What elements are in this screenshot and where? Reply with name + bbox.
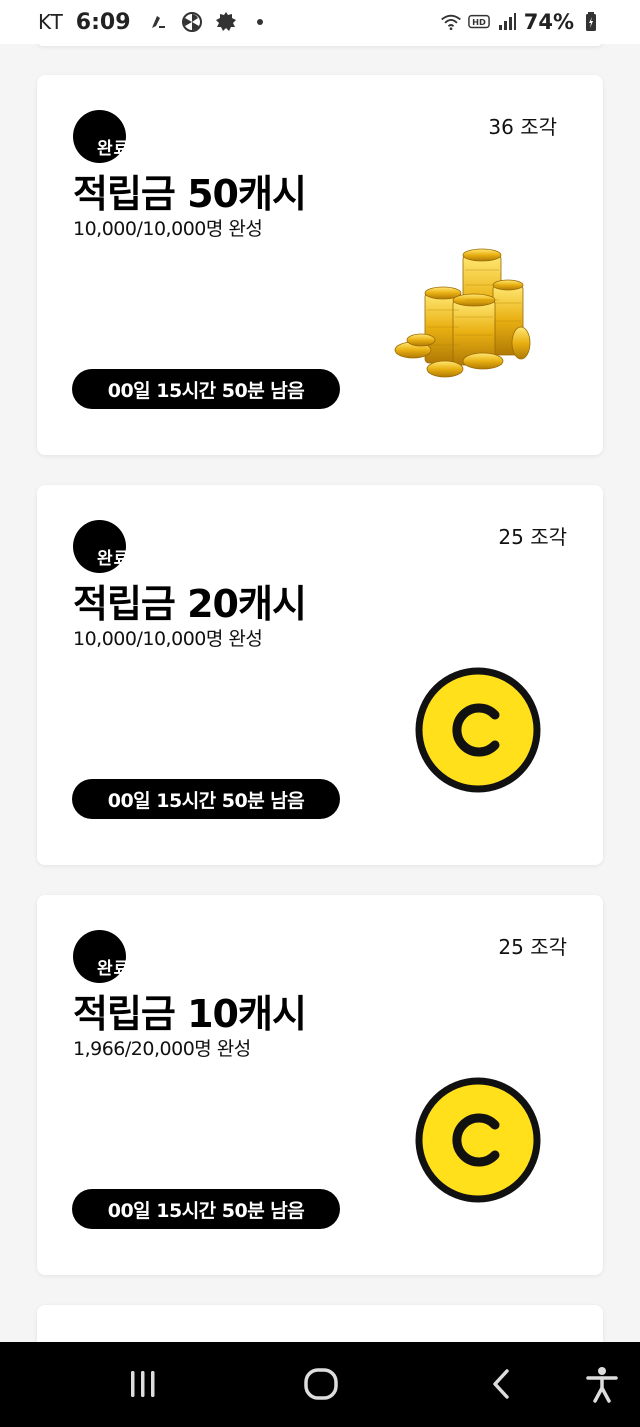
reward-card[interactable]: 완료 25 조각 적립금 10캐시 1,966/20,000명 완성 00일 1… [37,895,603,1275]
pieces-count: 25 조각 [498,525,567,549]
hd-icon: HD [467,11,490,33]
clock: 6:09 [75,9,131,35]
card-progress: 10,000/10,000명 완성 [73,218,263,240]
badge-label: 완료 [97,139,131,159]
badge-label: 완료 [97,549,131,569]
card-title: 적립금 50캐시 [73,172,307,216]
card-title: 적립금 10캐시 [73,992,307,1036]
status-right: HD 74% [440,10,602,34]
recent-apps-icon[interactable] [121,1364,165,1404]
time-remaining-pill: 00일 15시간 50분 남음 [72,779,340,819]
pieces-count: 25 조각 [498,935,567,959]
reward-card[interactable]: 완료 36 조각 적립금 50캐시 10,000/10,000명 완성 00일 … [37,75,603,455]
status-bar: KT 6:09 HD 74% [0,0,640,44]
complete-badge: 완료 [73,930,153,984]
back-icon[interactable] [479,1364,523,1404]
c-coin-icon [415,1077,541,1203]
app-notification-icon [147,11,169,33]
home-icon[interactable] [299,1364,343,1404]
time-remaining-pill: 00일 15시간 50분 남음 [72,1189,340,1229]
badge-label: 완료 [97,959,131,979]
reward-card[interactable]: 완료 25 조각 적립금 20캐시 10,000/10,000명 완성 00일 … [37,485,603,865]
time-remaining-pill: 00일 15시간 50분 남음 [72,369,340,409]
pieces-count: 36 조각 [488,115,557,139]
battery-icon [580,11,602,33]
carrier-label: KT [38,10,64,34]
settings-badge-icon [215,11,237,33]
battery-percent: 74% [523,10,574,34]
accessibility-icon[interactable] [580,1364,624,1404]
card-title: 적립금 20캐시 [73,582,307,626]
complete-badge: 완료 [73,520,153,574]
wifi-icon [440,11,462,33]
fan-icon [181,11,203,33]
card-progress: 1,966/20,000명 완성 [73,1038,251,1060]
complete-badge: 완료 [73,110,153,164]
card-progress: 10,000/10,000명 완성 [73,628,263,650]
status-left: KT 6:09 [38,10,263,35]
system-nav-bar [0,1342,640,1427]
svg-text:HD: HD [472,17,486,27]
notification-dot [256,19,263,25]
signal-icon [496,11,518,33]
gold-coins-icon [394,248,531,378]
c-coin-icon [415,667,541,793]
